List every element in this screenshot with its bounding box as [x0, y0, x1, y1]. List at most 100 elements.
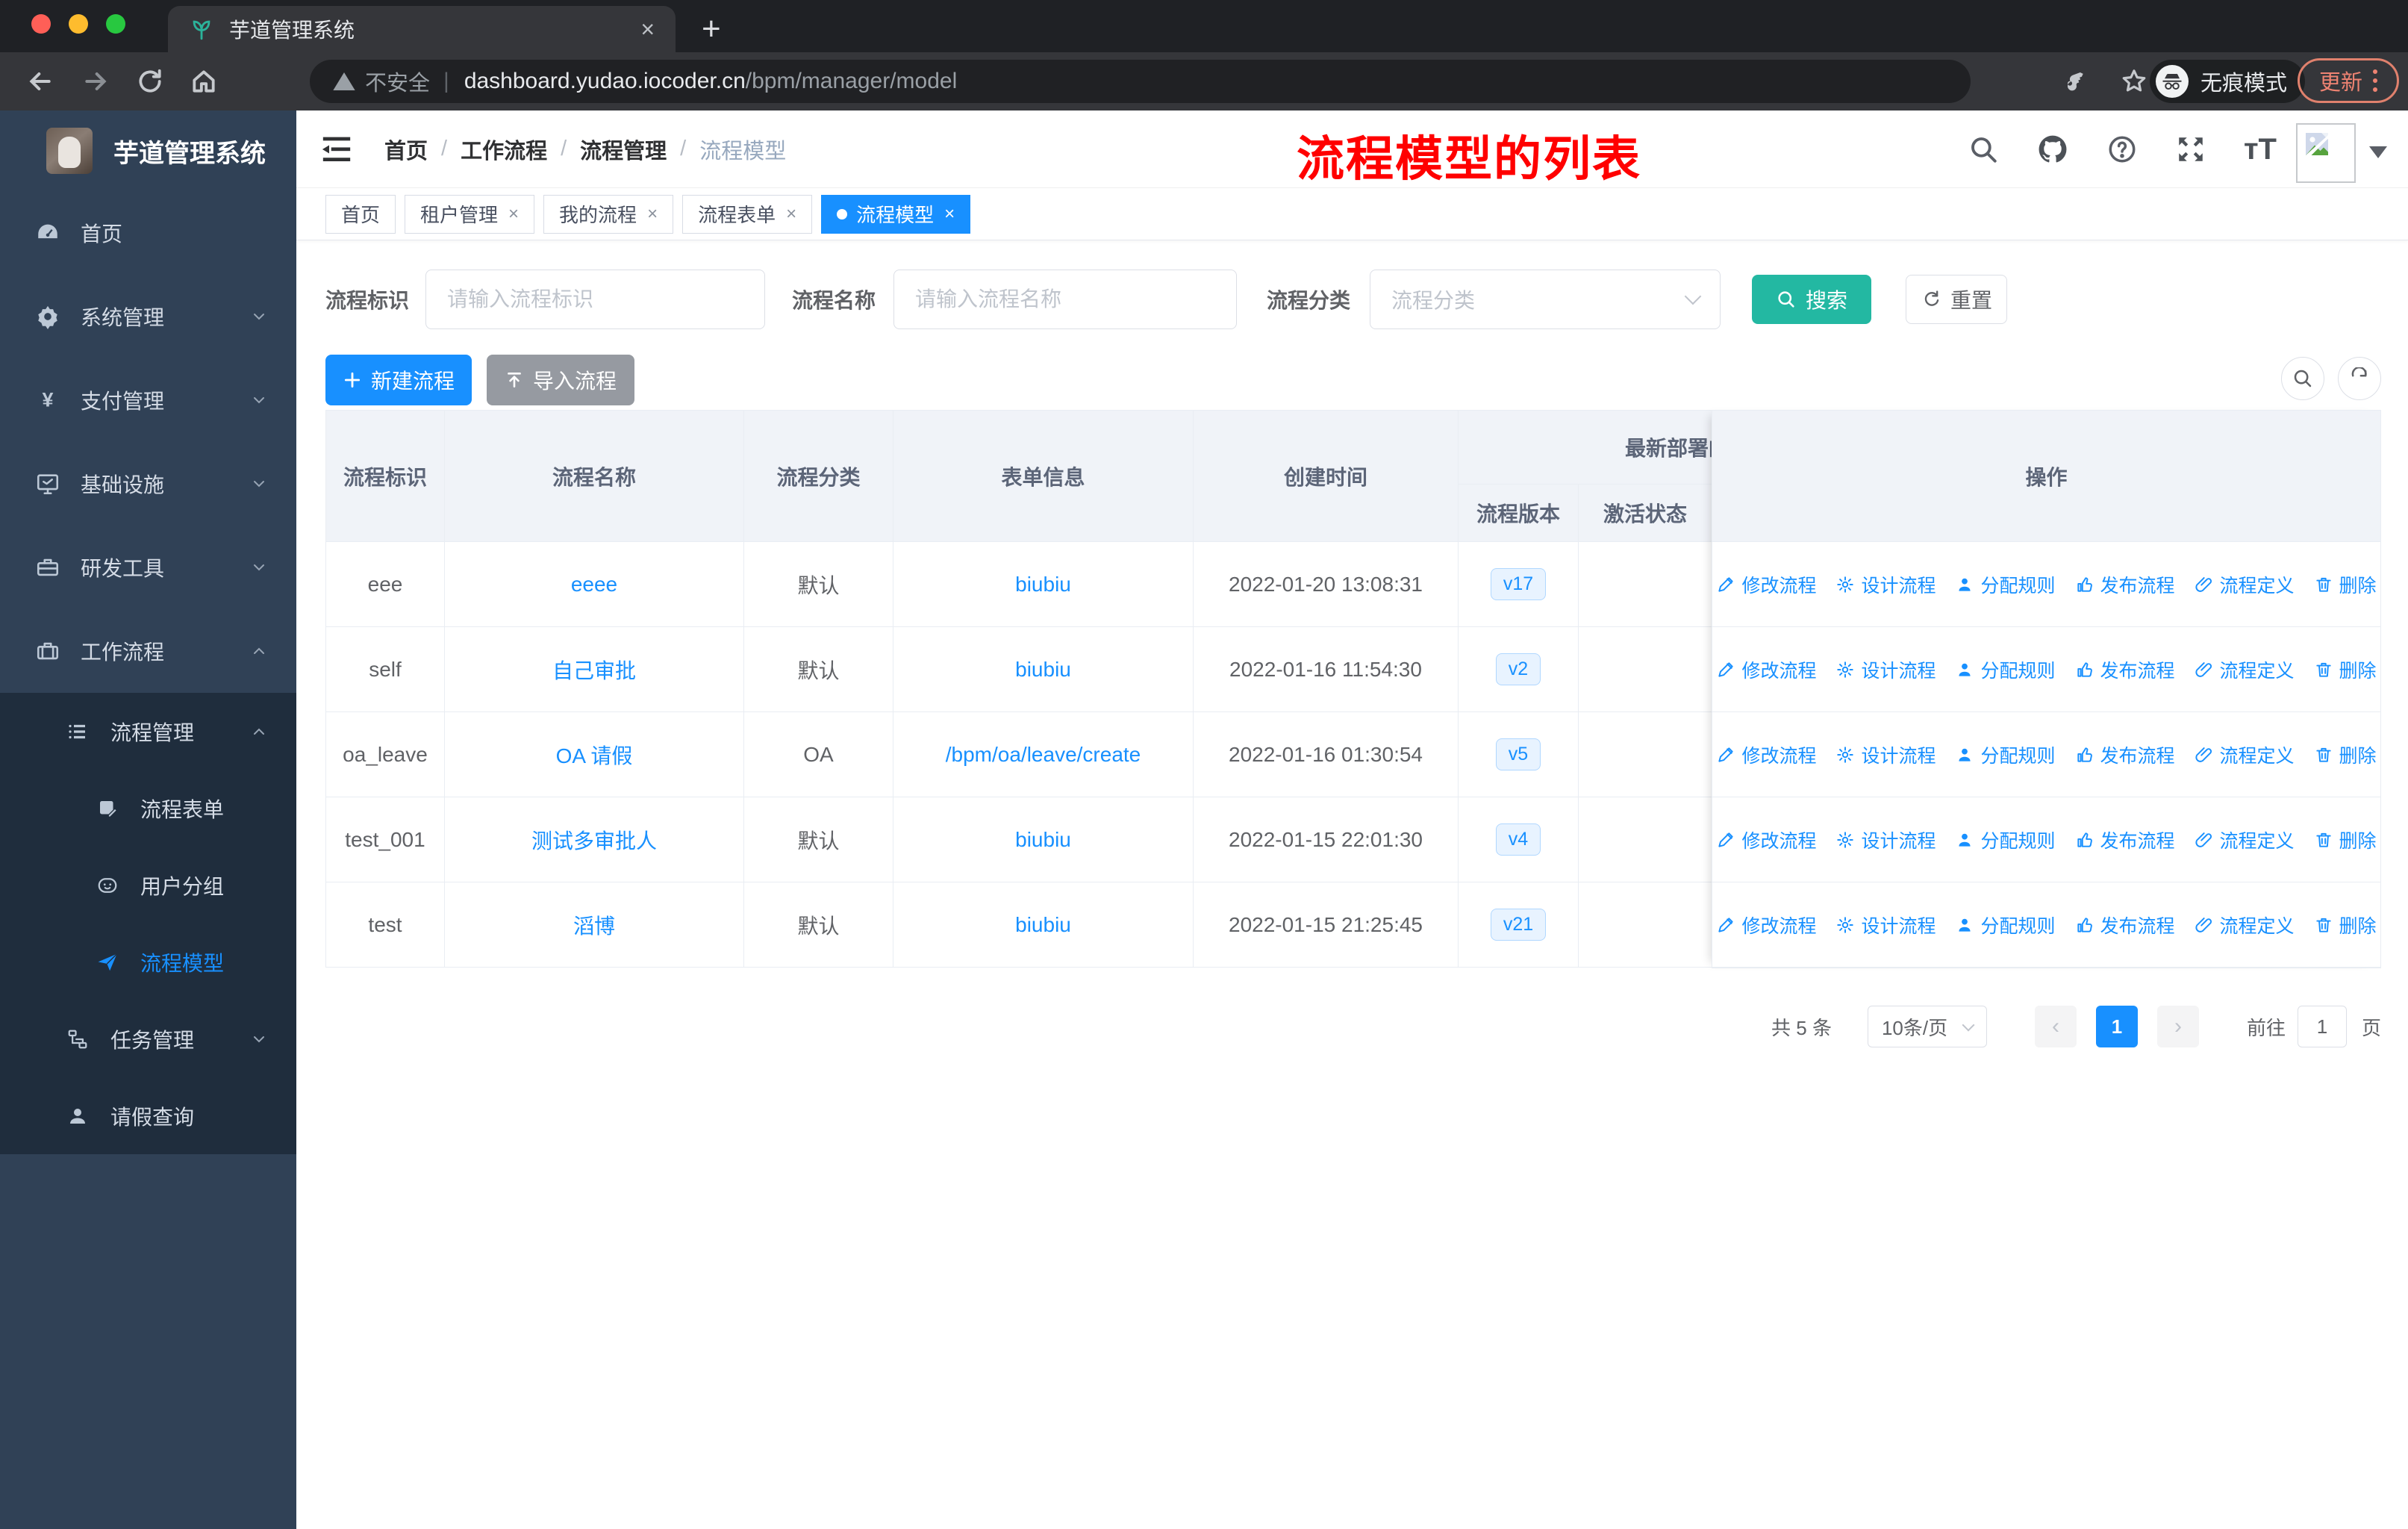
action-修改流程[interactable]: 修改流程	[1716, 741, 1816, 768]
tag-流程模型[interactable]: 流程模型 ×	[821, 194, 971, 234]
action-发布流程[interactable]: 发布流程	[2075, 912, 2175, 938]
fullscreen-icon[interactable]	[2175, 134, 2206, 165]
process-key-input-field[interactable]	[447, 287, 744, 311]
action-删除[interactable]: 删除	[2314, 571, 2377, 598]
breadcrumb-process-mgmt[interactable]: 流程管理	[580, 134, 667, 165]
action-发布流程[interactable]: 发布流程	[2075, 741, 2175, 768]
tag-close-icon[interactable]: ×	[647, 204, 658, 225]
action-发布流程[interactable]: 发布流程	[2075, 571, 2175, 598]
new-tab-button[interactable]: +	[702, 10, 721, 48]
action-设计流程[interactable]: 设计流程	[1835, 656, 1936, 683]
help-icon[interactable]	[2106, 134, 2138, 165]
toggle-search-button[interactable]	[2281, 357, 2324, 400]
window-minimize-button[interactable]	[69, 14, 88, 34]
action-删除[interactable]: 删除	[2314, 656, 2377, 683]
action-流程定义[interactable]: 流程定义	[2195, 912, 2295, 938]
sidebar-item-6-流程管理[interactable]: 流程管理	[0, 693, 296, 770]
reload-icon[interactable]	[136, 67, 164, 96]
sidebar-item-4-研发工具[interactable]: 研发工具	[0, 526, 296, 609]
goto-page-input[interactable]	[2297, 1006, 2347, 1047]
tag-租户管理[interactable]: 租户管理 ×	[405, 194, 535, 234]
action-分配规则[interactable]: 分配规则	[1955, 571, 2056, 598]
breadcrumb-workflow[interactable]: 工作流程	[461, 134, 547, 165]
back-icon[interactable]	[25, 66, 55, 96]
form-info-link[interactable]: biubiu	[1015, 573, 1071, 596]
search-icon[interactable]	[1968, 134, 1999, 165]
action-分配规则[interactable]: 分配规则	[1955, 741, 2056, 768]
sidebar-item-11-请假查询[interactable]: 请假查询	[0, 1077, 296, 1154]
process-name-input[interactable]	[893, 270, 1238, 329]
window-close-button[interactable]	[31, 14, 51, 34]
tag-close-icon[interactable]: ×	[786, 204, 796, 225]
action-修改流程[interactable]: 修改流程	[1716, 912, 1816, 938]
tag-我的流程[interactable]: 我的流程 ×	[543, 194, 674, 234]
action-删除[interactable]: 删除	[2314, 826, 2377, 853]
next-page-button[interactable]: ›	[2156, 1006, 2199, 1047]
action-发布流程[interactable]: 发布流程	[2075, 826, 2175, 853]
sidebar-item-0-首页[interactable]: 首页	[0, 191, 296, 275]
tag-close-icon[interactable]: ×	[944, 204, 955, 225]
update-button[interactable]: 更新	[2298, 58, 2399, 103]
form-info-link[interactable]: biubiu	[1015, 658, 1071, 681]
browser-tab[interactable]: 芋道管理系统 ×	[168, 6, 676, 52]
action-设计流程[interactable]: 设计流程	[1835, 912, 1936, 938]
action-设计流程[interactable]: 设计流程	[1835, 571, 1936, 598]
category-select[interactable]: 流程分类	[1370, 270, 1721, 329]
sidebar-item-1-系统管理[interactable]: 系统管理	[0, 275, 296, 358]
action-分配规则[interactable]: 分配规则	[1955, 912, 2056, 938]
window-zoom-button[interactable]	[106, 14, 125, 34]
form-info-link[interactable]: biubiu	[1015, 913, 1071, 936]
current-page-button[interactable]: 1	[2095, 1006, 2138, 1047]
form-info-link[interactable]: biubiu	[1015, 828, 1071, 851]
tab-close-icon[interactable]: ×	[640, 16, 655, 43]
breadcrumb-home[interactable]: 首页	[384, 134, 428, 165]
sidebar-item-3-基础设施[interactable]: 基础设施	[0, 442, 296, 526]
reset-button[interactable]: 重置	[1906, 275, 2008, 324]
tag-流程表单[interactable]: 流程表单 ×	[682, 194, 813, 234]
action-流程定义[interactable]: 流程定义	[2195, 656, 2295, 683]
sidebar-item-8-用户分组[interactable]: 用户分组	[0, 847, 296, 924]
action-流程定义[interactable]: 流程定义	[2195, 571, 2295, 598]
process-name-link[interactable]: 滔博	[573, 915, 615, 938]
forward-icon[interactable]	[81, 66, 110, 96]
form-info-link[interactable]: /bpm/oa/leave/create	[946, 743, 1141, 766]
process-key-input[interactable]	[425, 270, 766, 329]
prev-page-button[interactable]: ‹	[2034, 1006, 2077, 1047]
refresh-table-button[interactable]	[2338, 357, 2381, 400]
sidebar-item-5-工作流程[interactable]: 工作流程	[0, 609, 296, 693]
action-设计流程[interactable]: 设计流程	[1835, 741, 1936, 768]
create-process-button[interactable]: 新建流程	[325, 355, 472, 405]
process-name-link[interactable]: 自己审批	[552, 659, 636, 682]
action-修改流程[interactable]: 修改流程	[1716, 826, 1816, 853]
caret-down-icon[interactable]	[2369, 146, 2387, 158]
search-button[interactable]: 搜索	[1752, 275, 1872, 324]
tag-close-icon[interactable]: ×	[508, 204, 519, 225]
collapse-menu-icon[interactable]	[320, 134, 353, 164]
action-修改流程[interactable]: 修改流程	[1716, 656, 1816, 683]
process-name-link[interactable]: OA 请假	[556, 744, 633, 767]
tag-首页[interactable]: 首页	[325, 194, 396, 234]
action-删除[interactable]: 删除	[2314, 912, 2377, 938]
action-修改流程[interactable]: 修改流程	[1716, 571, 1816, 598]
action-设计流程[interactable]: 设计流程	[1835, 826, 1936, 853]
action-流程定义[interactable]: 流程定义	[2195, 741, 2295, 768]
action-分配规则[interactable]: 分配规则	[1955, 656, 2056, 683]
browser-menu-kebab-icon[interactable]	[2373, 69, 2377, 92]
import-process-button[interactable]: 导入流程	[487, 355, 634, 405]
bookmark-star-icon[interactable]	[2120, 67, 2148, 96]
action-分配规则[interactable]: 分配规则	[1955, 826, 2056, 853]
action-发布流程[interactable]: 发布流程	[2075, 656, 2175, 683]
action-删除[interactable]: 删除	[2314, 741, 2377, 768]
sidebar-item-10-任务管理[interactable]: 任务管理	[0, 1000, 296, 1077]
action-流程定义[interactable]: 流程定义	[2195, 826, 2295, 853]
process-name-link[interactable]: eeee	[571, 573, 617, 596]
process-name-input-field[interactable]	[915, 287, 1216, 311]
sidebar-item-7-流程表单[interactable]: 流程表单	[0, 770, 296, 847]
sidebar-item-2-支付管理[interactable]: ¥ 支付管理	[0, 358, 296, 442]
avatar[interactable]	[2296, 123, 2356, 183]
key-icon[interactable]	[2063, 69, 2090, 96]
sidebar-item-9-流程模型[interactable]: 流程模型	[0, 924, 296, 1000]
github-icon[interactable]	[2036, 133, 2069, 166]
font-size-icon[interactable]: тT	[2244, 133, 2277, 166]
page-size-select[interactable]: 10条/页	[1867, 1006, 1987, 1047]
